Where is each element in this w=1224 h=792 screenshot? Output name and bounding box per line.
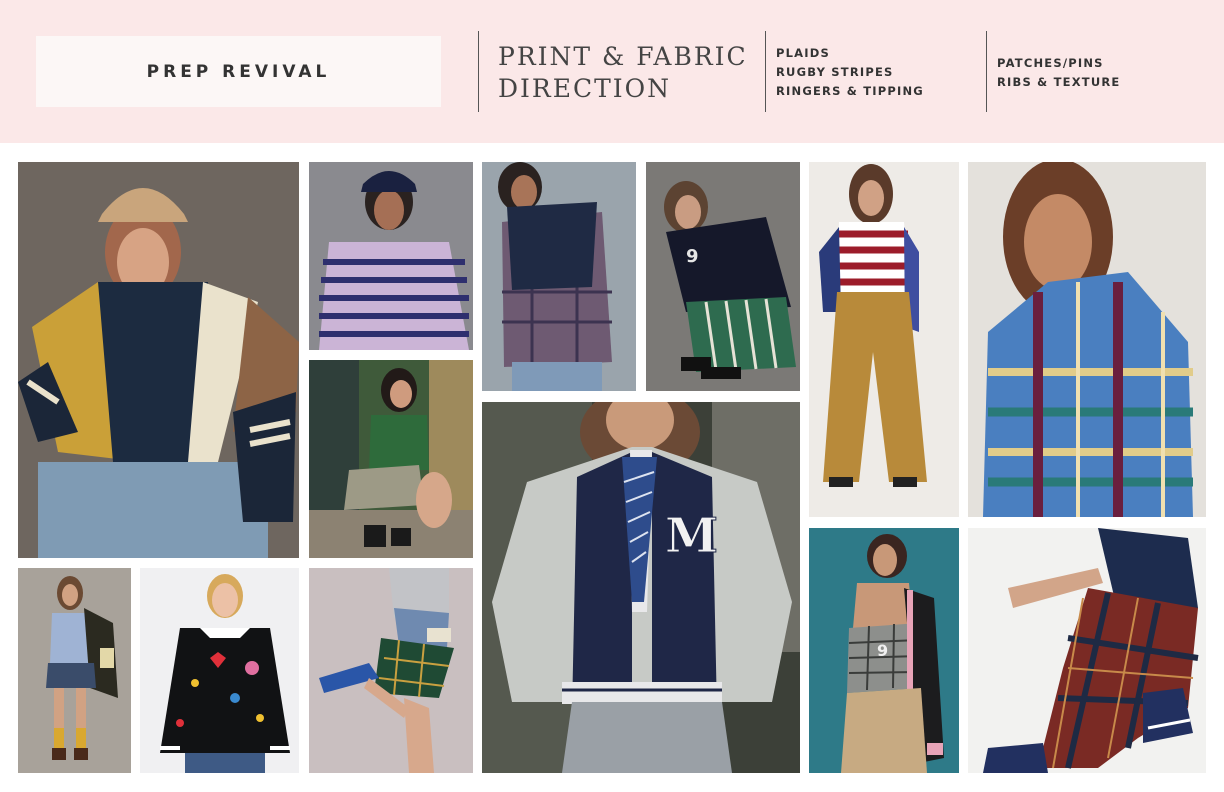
divider-2 xyxy=(765,31,766,112)
photo-green-top-plaid-skirt xyxy=(309,360,473,558)
svg-text:9: 9 xyxy=(877,641,888,660)
divider-1 xyxy=(478,31,479,112)
title-box: PREP REVIVAL xyxy=(36,36,441,107)
keyword-item: PATCHES/PINS xyxy=(997,56,1104,70)
photo-colorblock-cable-sweater xyxy=(18,162,299,558)
photo-knit-vest-plaid-shirt xyxy=(482,162,636,391)
svg-text:M: M xyxy=(665,508,718,564)
photo-plaid-shorts-varsity xyxy=(18,568,131,773)
photo-navy-sweater-striped-skirt: 9 xyxy=(646,162,800,391)
photo-plaid-shirt-jacket xyxy=(968,162,1206,517)
photo-plaid-pants-sneakers xyxy=(968,528,1206,773)
photo-ringer-stripe-tee-wide-pants xyxy=(809,162,959,517)
keyword-list-a: PLAIDS RUGBY STRIPES RINGERS & TIPPING xyxy=(776,44,924,101)
keyword-item: PLAIDS xyxy=(776,46,830,60)
divider-3 xyxy=(986,31,987,112)
keyword-list-b: PATCHES/PINS RIBS & TEXTURE xyxy=(997,54,1120,92)
photo-striped-sweater-cap xyxy=(309,162,473,350)
section-heading: PRINT & FABRIC DIRECTION xyxy=(498,41,748,105)
page-title: PREP REVIVAL xyxy=(146,61,331,82)
heading-line-2: DIRECTION xyxy=(498,74,672,103)
photo-plaid-skirt-sneakers xyxy=(309,568,473,773)
photo-varsity-jacket-tie: M xyxy=(482,402,800,773)
keyword-item: RINGERS & TIPPING xyxy=(776,84,924,98)
keyword-item: RIBS & TEXTURE xyxy=(997,75,1121,89)
header-banner: PREP REVIVAL PRINT & FABRIC DIRECTION PL… xyxy=(0,0,1224,143)
photo-plaid-corset-top: 9 xyxy=(809,528,959,773)
keyword-item: RUGBY STRIPES xyxy=(776,65,894,79)
svg-text:9: 9 xyxy=(686,246,699,267)
heading-line-1: PRINT & FABRIC xyxy=(498,42,748,71)
photo-patch-sweater xyxy=(140,568,299,773)
